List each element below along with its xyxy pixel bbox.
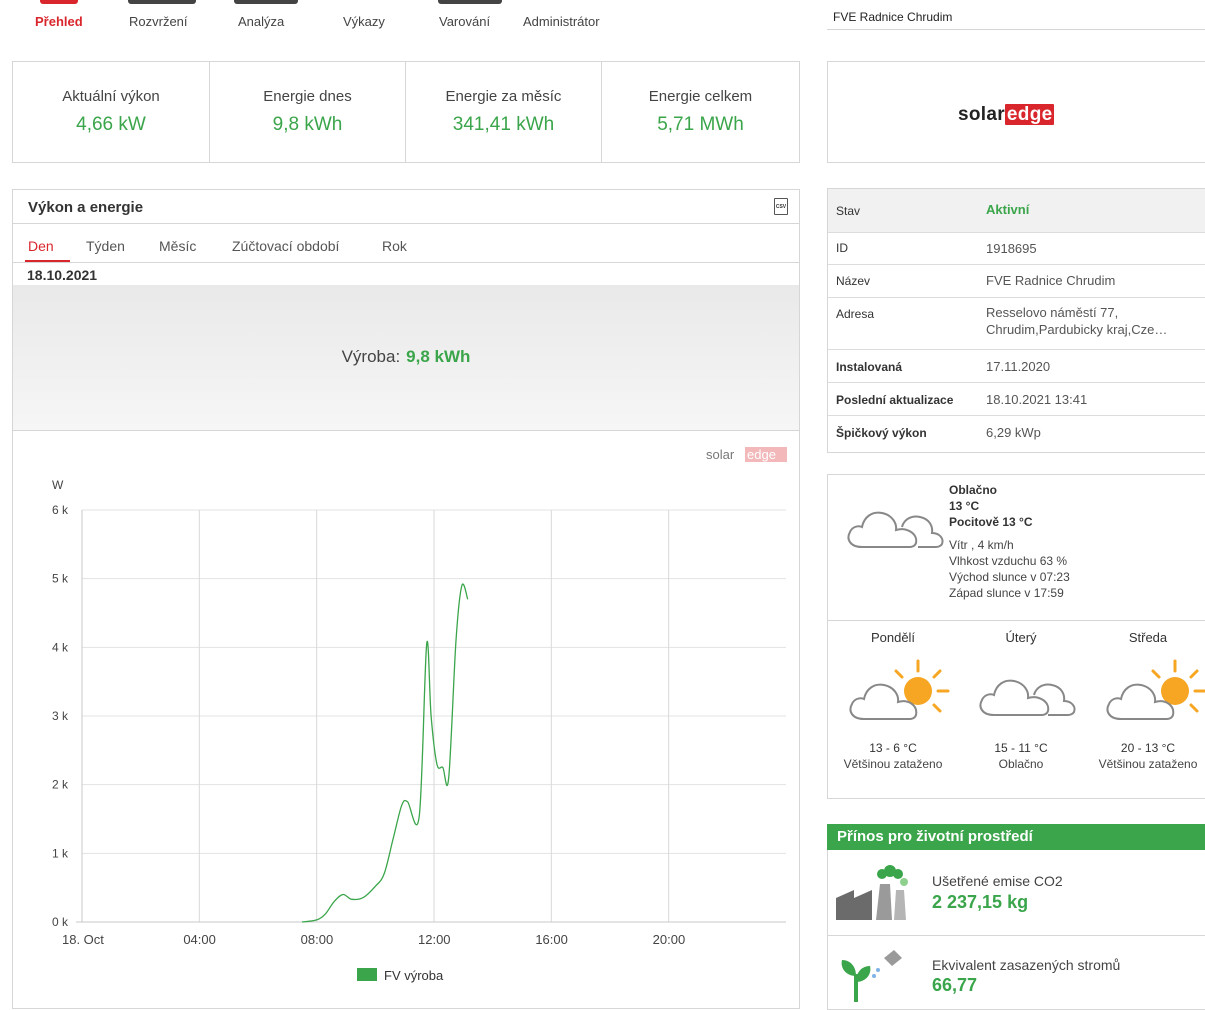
info-value-address-line1: Resselovo náměstí 77, <box>986 305 1119 320</box>
info-value: FVE Radnice Chrudim <box>986 273 1116 288</box>
weather-condition: Oblačno <box>949 483 998 497</box>
forecast-day-3: Středa <box>1128 630 1168 645</box>
info-row-installed: Instalovaná 17.11.2020 <box>828 349 1205 382</box>
info-key: ID <box>836 241 848 255</box>
info-key: Špičkový výkon <box>836 426 927 440</box>
info-row-peak-power: Špičkový výkon 6,29 kWp <box>828 415 1205 448</box>
weather-temperature: 13 °C <box>949 499 980 513</box>
forecast-desc-1: Většinou zataženo <box>843 757 943 771</box>
cloud-icon <box>979 679 1076 716</box>
logo-edge: edge <box>1004 104 1055 125</box>
co2-label: Ušetřené emise CO2 <box>932 873 1063 889</box>
partly-cloudy-icon <box>1106 659 1205 720</box>
forecast-day-1: Pondělí <box>870 630 916 645</box>
info-row-address: Adresa Resselovo náměstí 77, Chrudim,Par… <box>828 297 1205 343</box>
y-tick-label: 6 k <box>52 503 69 517</box>
x-tick-label: 18. Oct <box>62 932 104 947</box>
forecast-temp-3: 20 - 13 °C <box>1120 741 1176 755</box>
y-tick-label: 2 k <box>52 778 69 792</box>
forecast-temp-1: 13 - 6 °C <box>869 741 917 755</box>
chart-logo-edge: edge <box>747 447 776 462</box>
site-name: FVE Radnice Chrudim <box>833 10 953 24</box>
power-chart: 0 k 1 k 2 k 3 k 4 k 5 k 6 k 18. Oct 04:00 08:00 12… <box>52 447 787 983</box>
weather-sunset: Západ slunce v 17:59 <box>949 586 1064 600</box>
co2-value: 2 237,15 kg <box>932 892 1029 912</box>
solaredge-logo: solar edge <box>958 104 1055 126</box>
info-key: Název <box>836 274 871 288</box>
info-value: 17.11.2020 <box>986 359 1051 374</box>
y-axis-label: W <box>52 478 64 492</box>
forecast-day-2: Úterý <box>1005 630 1037 645</box>
tree-icon <box>841 950 902 1002</box>
series-line-fv-vyroba <box>301 583 469 923</box>
logo-solar: solar <box>958 104 1005 125</box>
environment-title: Přínos pro životní prostředí <box>827 824 1205 850</box>
x-tick-label: 04:00 <box>183 932 216 947</box>
divider <box>828 935 1205 936</box>
cloud-icon <box>847 511 944 548</box>
info-value: 18.10.2021 13:41 <box>986 392 1088 407</box>
x-tick-label: 12:00 <box>418 932 451 947</box>
info-key: Stav <box>836 204 861 218</box>
forecast-temp-2: 15 - 11 °C <box>994 741 1048 755</box>
info-row-last-update: Poslední aktualizace 18.10.2021 13:41 <box>828 382 1205 415</box>
factory-icon <box>836 865 908 920</box>
solaredge-logo-box: solar edge <box>827 61 1205 163</box>
info-key: Poslední aktualizace <box>836 393 954 407</box>
info-key: Instalovaná <box>836 360 903 374</box>
info-value: 6,29 kWp <box>986 425 1041 440</box>
partly-cloudy-icon <box>849 659 950 720</box>
weather-feels-like: Pocitově 13 °C <box>949 515 1033 529</box>
info-row-status: Stav Aktivní <box>828 189 1205 232</box>
info-value-address-line2: Chrudim,Pardubicky kraj,Cze… <box>986 322 1168 337</box>
environment-panel: Ušetřené emise CO2 2 237,15 kg Ekvivalen… <box>827 850 1205 1010</box>
x-tick-label: 20:00 <box>653 932 686 947</box>
info-row-id: ID 1918695 <box>828 232 1205 264</box>
x-tick-label: 08:00 <box>301 932 334 947</box>
divider <box>827 29 1205 30</box>
weather-current: Oblačno 13 °C Pocitově 13 °C <box>949 482 1033 530</box>
x-tick-label: 16:00 <box>535 932 568 947</box>
weather-details: Vítr , 4 km/h Vlhkost vzduchu 63 % Výcho… <box>949 537 1070 601</box>
info-key: Adresa <box>836 307 875 321</box>
y-tick-label: 1 k <box>52 846 69 860</box>
y-tick-label: 3 k <box>52 709 69 723</box>
legend-label: FV výroba <box>384 968 444 983</box>
chart-logo-solar: solar <box>706 447 735 462</box>
legend-swatch <box>357 968 377 981</box>
info-value: 1918695 <box>986 241 1037 256</box>
y-tick-label: 4 k <box>52 640 69 654</box>
divider <box>828 620 1205 621</box>
info-value-status: Aktivní <box>986 202 1030 217</box>
trees-label: Ekvivalent zasazených stromů <box>932 957 1121 973</box>
info-row-name: Název FVE Radnice Chrudim <box>828 264 1205 297</box>
site-details: Stav Aktivní ID 1918695 Název FVE Radnic… <box>827 188 1205 453</box>
y-tick-label: 5 k <box>52 572 69 586</box>
trees-value: 66,77 <box>932 975 978 995</box>
forecast-desc-3: Většinou zataženo <box>1098 757 1198 771</box>
forecast-desc-2: Oblačno <box>998 757 1044 771</box>
weather-wind: Vítr , 4 km/h <box>949 538 1014 552</box>
weather-humidity: Vlhkost vzduchu 63 % <box>949 554 1068 568</box>
y-tick-label: 0 k <box>52 915 69 929</box>
weather-panel: Oblačno 13 °C Pocitově 13 °C Vítr , 4 km… <box>827 474 1205 799</box>
weather-sunrise: Východ slunce v 07:23 <box>949 570 1070 584</box>
